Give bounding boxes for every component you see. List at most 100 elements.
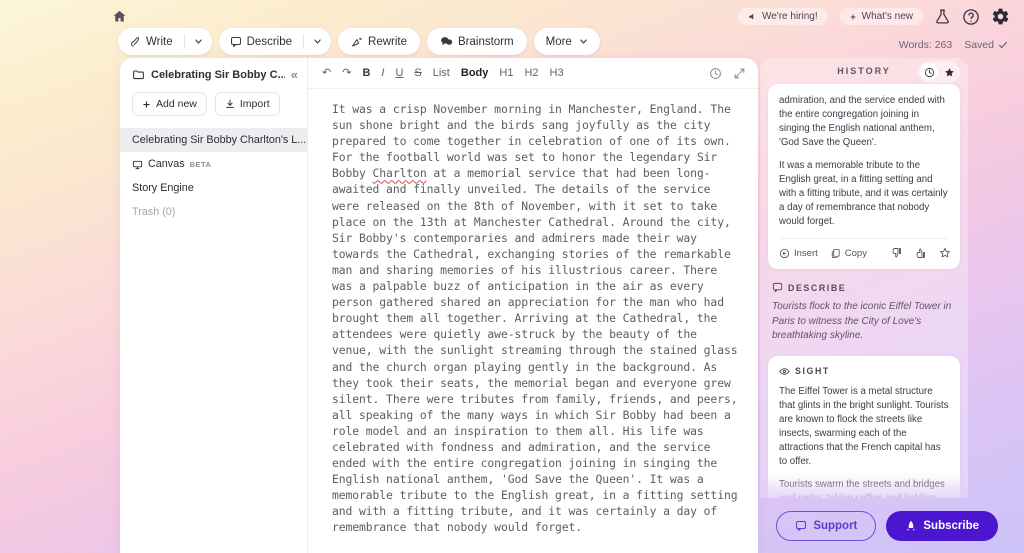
editor-toolbar: ↶ ↷ B I U S List Body H1 H2 H3 [308, 58, 758, 89]
expand-icon[interactable] [733, 67, 746, 80]
tab-history-clock[interactable] [920, 63, 938, 81]
history-card-paragraph-1: admiration, and the service ended with t… [779, 95, 945, 148]
chat-icon [795, 520, 807, 532]
ai-action-bar: Write Describe Rewrite Brainstorm More [118, 28, 600, 55]
star-icon [944, 67, 955, 78]
sidebar-item-label: Celebrating Sir Bobby Charlton's L... [132, 134, 307, 146]
status-row: Words: 263 Saved [899, 39, 1008, 51]
h1-button[interactable]: H1 [499, 68, 513, 79]
eye-icon [779, 366, 790, 377]
speech-bubble-icon [230, 36, 242, 48]
describe-pill[interactable]: Describe [218, 28, 332, 55]
describe-section-label: DESCRIBE [788, 282, 847, 293]
rocket-icon [905, 520, 917, 532]
history-scroll-area[interactable]: admiration, and the service ended with t… [760, 84, 968, 498]
history-card: admiration, and the service ended with t… [768, 84, 960, 269]
import-label: Import [239, 98, 270, 110]
brain-chat-icon [440, 35, 453, 48]
sidebar-item-story-engine[interactable]: Story Engine [120, 176, 307, 200]
more-pill[interactable]: More [533, 28, 600, 55]
insert-icon [779, 248, 790, 259]
version-history-icon[interactable] [709, 67, 722, 80]
megaphone-icon [748, 12, 757, 21]
thumbs-down-icon[interactable] [891, 247, 903, 259]
flask-icon[interactable] [934, 8, 951, 25]
speech-bubble-icon [772, 282, 783, 293]
h3-button[interactable]: H3 [550, 68, 564, 79]
write-dropdown-button[interactable] [185, 28, 212, 55]
folder-icon [132, 68, 145, 81]
sidebar-item-canvas[interactable]: Canvas BETA [120, 152, 307, 176]
strikethrough-button[interactable]: S [414, 68, 421, 79]
write-pill[interactable]: Write [118, 28, 212, 55]
import-button[interactable]: Import [214, 92, 280, 116]
describe-prompt-text: Tourists flock to the iconic Eiffel Towe… [772, 301, 952, 341]
sight-card-paragraph-1: The Eiffel Tower is a metal structure th… [779, 385, 949, 467]
copy-icon [830, 248, 841, 259]
canvas-icon [132, 159, 143, 170]
collapse-sidebar-button[interactable]: « [291, 68, 298, 81]
bold-button[interactable]: B [362, 68, 370, 79]
body-style-button[interactable]: Body [461, 68, 489, 79]
underline-button[interactable]: U [395, 68, 403, 79]
hiring-label: We're hiring! [761, 11, 818, 22]
undo-button[interactable]: ↶ [322, 68, 331, 79]
redo-button[interactable]: ↷ [342, 68, 351, 79]
copy-label: Copy [844, 247, 867, 259]
download-icon [225, 99, 235, 109]
subscribe-button[interactable]: Subscribe [886, 511, 998, 541]
insert-label: Insert [794, 247, 818, 259]
misspelled-word[interactable]: Charlton [373, 166, 427, 180]
sidebar-item-list: Celebrating Sir Bobby Charlton's L... Ca… [120, 128, 307, 224]
tab-favorites-star[interactable] [940, 63, 958, 81]
italic-button[interactable]: I [381, 68, 384, 79]
write-button[interactable]: Write [118, 28, 184, 55]
brainstorm-pill[interactable]: Brainstorm [427, 28, 527, 55]
describe-button[interactable]: Describe [219, 28, 303, 55]
more-label: More [545, 35, 572, 48]
insert-button[interactable]: Insert [779, 248, 818, 259]
sight-card-header: SIGHT [779, 366, 949, 377]
add-new-button[interactable]: Add new [132, 92, 207, 116]
h2-button[interactable]: H2 [524, 68, 538, 79]
home-button[interactable] [108, 5, 130, 27]
chevron-down-icon [194, 37, 203, 46]
rewrite-pill[interactable]: Rewrite [338, 28, 420, 55]
history-panel-tabs [918, 61, 960, 83]
rewrite-label: Rewrite [368, 35, 407, 48]
describe-dropdown-button[interactable] [304, 28, 331, 55]
brainstorm-button[interactable]: Brainstorm [427, 28, 527, 55]
sidebar-item-label: Trash (0) [132, 206, 176, 218]
favorite-star-icon[interactable] [939, 247, 951, 259]
whats-new-chip[interactable]: What's new [838, 8, 923, 25]
magic-wand-icon [351, 36, 363, 48]
bottom-button-group: Support Subscribe [776, 511, 998, 541]
write-label: Write [146, 35, 173, 48]
thumbs-up-icon[interactable] [915, 247, 927, 259]
rewrite-button[interactable]: Rewrite [338, 28, 420, 55]
editor-text-area[interactable]: It was a crisp November morning in Manch… [308, 89, 758, 553]
check-icon [998, 40, 1008, 50]
add-new-label: Add new [156, 98, 197, 110]
history-panel-title: HISTORY [837, 66, 891, 76]
history-card-actions: Insert Copy [779, 238, 951, 259]
sidebar-buttons: Add new Import [120, 90, 307, 128]
list-button[interactable]: List [433, 68, 450, 79]
chevron-down-icon [579, 37, 588, 46]
help-icon[interactable] [962, 8, 980, 26]
status-badge: Saved [964, 39, 1008, 51]
editor-column: ↶ ↷ B I U S List Body H1 H2 H3 It was a … [308, 58, 758, 553]
document-paragraph: It was a crisp November morning in Manch… [332, 101, 740, 536]
hiring-chip[interactable]: We're hiring! [737, 8, 828, 25]
support-button[interactable]: Support [776, 511, 877, 541]
sight-card-label: SIGHT [795, 366, 830, 376]
copy-button[interactable]: Copy [830, 248, 867, 259]
chevron-down-icon [313, 37, 322, 46]
more-button[interactable]: More [534, 28, 600, 55]
settings-gear-icon[interactable] [991, 7, 1010, 26]
sidebar-item-document[interactable]: Celebrating Sir Bobby Charlton's L... [120, 128, 307, 152]
history-panel: HISTORY admiration, and the service ende… [760, 58, 968, 498]
sidebar-item-trash[interactable]: Trash (0) [120, 200, 307, 224]
sidebar-doc-title: Celebrating Sir Bobby C... [151, 68, 285, 81]
plus-icon [142, 100, 151, 109]
